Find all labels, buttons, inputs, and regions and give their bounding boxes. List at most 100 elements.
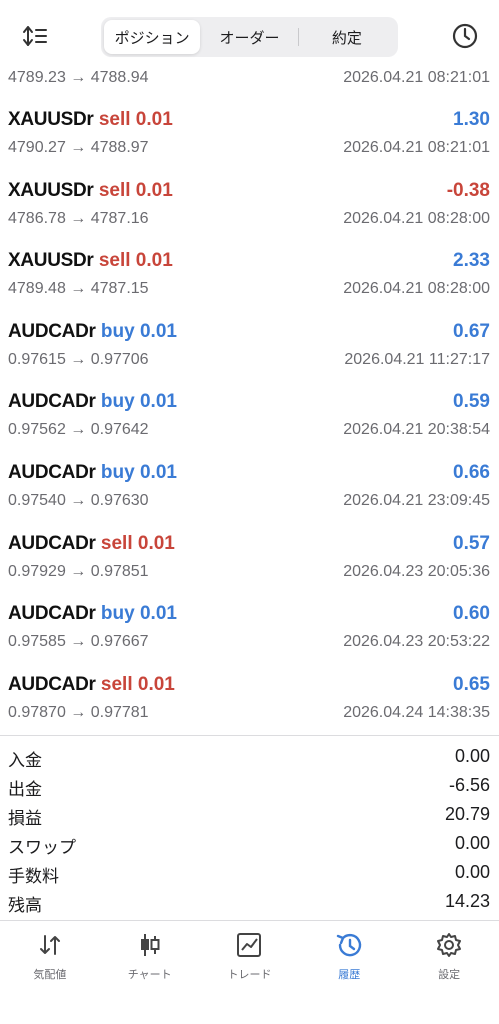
history-segmented-control: ポジション オーダー 約定	[101, 17, 398, 57]
trade-side: sell	[98, 109, 131, 130]
trade-volume: 0.01	[135, 109, 173, 130]
summary-row-commission: 手数料 0.00	[0, 858, 499, 887]
tab-orders-label: オーダー	[219, 29, 280, 47]
list-item-partial[interactable]: 4789.23 → 4788.94 2026.04.21 08:21:01	[0, 66, 499, 92]
trade-side: sell	[100, 673, 133, 695]
trade-list: XAUUSDr sell 0.01 1.30 4790.27 → 4788.97…	[0, 96, 499, 731]
tab-orders[interactable]: オーダー	[201, 20, 297, 54]
trade-profit: 0.67	[453, 320, 490, 342]
tab-chart[interactable]: チャート	[100, 921, 200, 1024]
tab-positions-label: ポジション	[114, 29, 190, 47]
trade-symbol: XAUUSDr	[8, 109, 94, 130]
tab-positions[interactable]: ポジション	[104, 20, 201, 54]
trade-time: 2026.04.21 08:28:00	[343, 209, 490, 227]
trade-symbol: AUDCADr	[8, 320, 96, 342]
trade-prices: 4789.23 → 4788.94	[8, 69, 149, 86]
trade-time: 2026.04.21 20:38:54	[343, 421, 490, 439]
trade-symbol: XAUUSDr	[8, 179, 94, 201]
trade-volume: 0.01	[135, 250, 173, 272]
trade-time: 2026.04.21 08:21:01	[343, 69, 490, 86]
trade-symbol: AUDCADr	[8, 461, 96, 483]
summary-label: スワップ	[8, 838, 76, 857]
trade-volume: 0.01	[137, 532, 175, 554]
trade-header: AUDCADr sell 0.01	[8, 532, 175, 556]
tab-trade[interactable]: トレード	[200, 921, 300, 1024]
trade-side: buy	[100, 320, 135, 342]
summary-value: -6.56	[448, 775, 490, 795]
clock-icon[interactable]	[451, 22, 479, 50]
trade-volume: 0.01	[139, 391, 177, 413]
trade-header: AUDCADr buy 0.01	[8, 461, 177, 485]
trade-side: sell	[100, 532, 133, 554]
list-item[interactable]: AUDCADr buy 0.01 0.59 0.97562 → 0.97642 …	[0, 378, 499, 449]
trade-header: XAUUSDr sell 0.01	[8, 108, 173, 132]
trade-profit: 0.60	[453, 603, 490, 625]
tab-history-label: 履歴	[338, 969, 361, 981]
tab-deals-label: 約定	[331, 29, 362, 47]
list-item[interactable]: AUDCADr buy 0.01 0.66 0.97540 → 0.97630 …	[0, 449, 499, 520]
trade-profit: 2.33	[453, 250, 490, 272]
trade-time: 2026.04.21 08:28:00	[343, 280, 490, 298]
trade-symbol: AUDCADr	[8, 391, 96, 413]
list-item[interactable]: XAUUSDr sell 0.01 1.30 4790.27 → 4788.97…	[0, 96, 499, 167]
trade-prices: 0.97615 → 0.97706	[8, 350, 149, 368]
summary-row-deposit: 入金 0.00	[0, 742, 499, 771]
trade-profit: 0.59	[453, 391, 490, 413]
list-item[interactable]: AUDCADr buy 0.01 0.67 0.97615 → 0.97706 …	[0, 308, 499, 379]
trade-symbol: AUDCADr	[8, 673, 96, 695]
list-item[interactable]: XAUUSDr sell 0.01 -0.38 4786.78 → 4787.1…	[0, 167, 499, 238]
trade-prices: 4786.78 → 4787.16	[8, 209, 149, 227]
trade-time: 2026.04.21 23:09:45	[343, 491, 490, 509]
quotes-icon	[36, 931, 64, 959]
trade-time: 2026.04.23 20:53:22	[343, 633, 490, 651]
trade-prices: 0.97540 → 0.97630	[8, 491, 149, 509]
tab-trade-label: トレード	[227, 969, 272, 981]
summary-label: 損益	[8, 809, 42, 828]
tab-deals[interactable]: 約定	[299, 20, 395, 54]
bottom-tab-bar: 気配値 チャート トレード 履歴 設定	[0, 920, 499, 1024]
sort-icon[interactable]	[22, 24, 48, 48]
trade-header: AUDCADr buy 0.01	[8, 390, 177, 414]
trade-chart-icon	[235, 931, 263, 959]
summary-value: 0.00	[454, 746, 490, 766]
trade-prices: 0.97870 → 0.97781	[8, 703, 149, 721]
list-item[interactable]: AUDCADr sell 0.01 0.65 0.97870 → 0.97781…	[0, 661, 499, 732]
trade-header: AUDCADr sell 0.01	[8, 673, 175, 697]
list-item[interactable]: XAUUSDr sell 0.01 2.33 4789.48 → 4787.15…	[0, 237, 499, 308]
trade-symbol: AUDCADr	[8, 603, 96, 625]
trade-symbol: XAUUSDr	[8, 250, 94, 272]
trade-time: 2026.04.21 08:21:01	[343, 139, 490, 156]
trade-volume: 0.01	[139, 461, 177, 483]
summary-value: 20.79	[444, 804, 490, 824]
trade-prices: 0.97585 → 0.97667	[8, 633, 149, 651]
trade-prices: 0.97562 → 0.97642	[8, 421, 149, 439]
list-item[interactable]: AUDCADr buy 0.01 0.60 0.97585 → 0.97667 …	[0, 590, 499, 661]
trade-side: sell	[98, 179, 131, 201]
trade-time: 2026.04.21 11:27:17	[344, 350, 490, 368]
tab-chart-label: チャート	[127, 969, 172, 981]
trade-side: buy	[100, 391, 135, 413]
tab-history[interactable]: 履歴	[299, 921, 399, 1024]
gear-icon	[435, 931, 463, 959]
trade-prices: 4790.27 → 4788.97	[8, 139, 149, 156]
summary-label: 残高	[8, 896, 42, 915]
trade-volume: 0.01	[137, 673, 175, 695]
summary-row-withdrawal: 出金 -6.56	[0, 771, 499, 800]
trade-side: sell	[98, 250, 131, 272]
trade-profit: 0.66	[453, 461, 490, 483]
trade-symbol: AUDCADr	[8, 532, 96, 554]
summary-row-profit: 損益 20.79	[0, 800, 499, 829]
trade-prices: 4789.48 → 4787.15	[8, 280, 149, 298]
tab-settings-label: 設定	[438, 969, 461, 981]
list-item[interactable]: AUDCADr sell 0.01 0.57 0.97929 → 0.97851…	[0, 520, 499, 591]
top-bar: ポジション オーダー 約定	[0, 0, 499, 66]
tab-settings[interactable]: 設定	[399, 921, 499, 1024]
trade-time: 2026.04.24 14:38:35	[343, 703, 490, 721]
candlestick-icon	[136, 931, 164, 959]
account-summary: 入金 0.00 出金 -6.56 損益 20.79 スワップ 0.00 手数料 …	[0, 735, 499, 916]
trade-time: 2026.04.23 20:05:36	[343, 562, 490, 580]
tab-quotes[interactable]: 気配値	[0, 921, 100, 1024]
summary-value: 0.00	[454, 833, 490, 853]
tab-quotes-label: 気配値	[33, 969, 67, 981]
summary-value: 0.00	[454, 862, 490, 882]
